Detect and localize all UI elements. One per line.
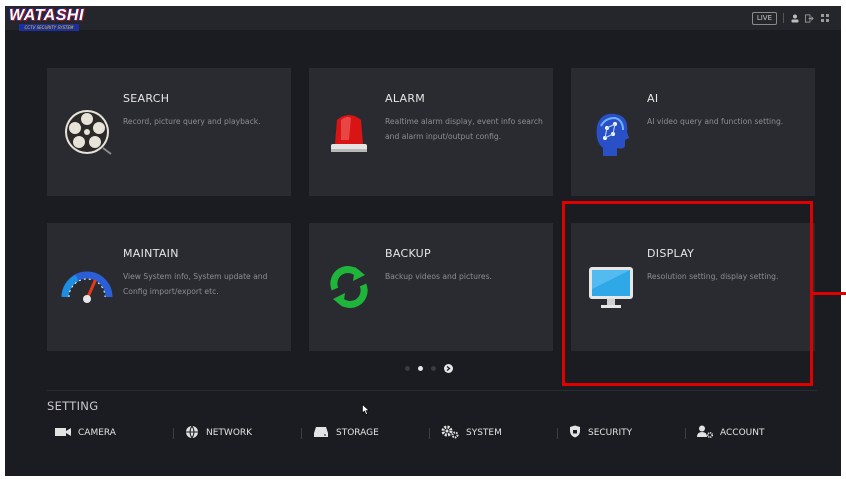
tile-title: AI — [647, 92, 659, 105]
page-dot[interactable] — [431, 366, 436, 371]
tile-description: AI video query and function setting. — [647, 117, 784, 126]
highlight-pointer-line — [813, 292, 846, 295]
top-right-controls: LIVE — [751, 11, 829, 25]
setting-network[interactable]: NETWORK — [185, 423, 252, 443]
tile-description: View System info, System update and Conf… — [123, 272, 268, 296]
tile-maintain[interactable]: MAINTAIN View System info, System update… — [47, 223, 291, 351]
section-divider — [47, 390, 817, 391]
tile-alarm[interactable]: ALARM Realtime alarm display, event info… — [309, 68, 553, 196]
tile-ai[interactable]: AI AI video query and function setting. — [571, 68, 815, 196]
shield-icon — [569, 425, 581, 441]
tile-title: SEARCH — [123, 92, 170, 105]
tile-title: MAINTAIN — [123, 247, 179, 260]
divider — [301, 428, 302, 439]
ai-head-icon — [583, 106, 639, 162]
gauge-icon — [59, 259, 115, 315]
setting-label: ACCOUNT — [720, 428, 765, 438]
setting-system[interactable]: SYSTEM — [441, 423, 502, 443]
divider — [429, 428, 430, 439]
setting-camera[interactable]: CAMERA — [55, 423, 116, 443]
setting-security[interactable]: SECURITY — [569, 423, 632, 443]
alarm-light-icon — [321, 106, 377, 162]
camera-icon — [55, 427, 71, 440]
gears-icon — [441, 425, 459, 442]
divider — [173, 428, 174, 439]
next-page-icon[interactable] — [444, 364, 453, 373]
setting-label: STORAGE — [336, 428, 379, 438]
setting-account[interactable]: ACCOUNT — [697, 423, 764, 443]
user-icon[interactable] — [790, 13, 799, 23]
tile-description: Realtime alarm display, event info searc… — [385, 117, 543, 141]
brand-logo: WATASHI CCTV SECURITY SYSTEM — [5, 6, 87, 32]
page-dot-active[interactable] — [418, 366, 423, 371]
top-bar: WATASHI CCTV SECURITY SYSTEM LIVE — [5, 6, 841, 32]
divider — [557, 428, 558, 439]
divider — [685, 428, 686, 439]
logout-icon[interactable] — [805, 13, 814, 23]
page-dot[interactable] — [405, 366, 410, 371]
tile-search[interactable]: SEARCH Record, picture query and playbac… — [47, 68, 291, 196]
tile-title: BACKUP — [385, 247, 431, 260]
refresh-arrows-icon — [321, 259, 377, 315]
storage-icon — [313, 426, 329, 441]
live-button[interactable]: LIVE — [751, 11, 777, 25]
display-highlight-box — [562, 201, 813, 386]
account-icon — [697, 425, 714, 441]
setting-storage[interactable]: STORAGE — [313, 423, 379, 443]
film-reel-icon — [59, 104, 115, 160]
tile-description: Backup videos and pictures. — [385, 272, 492, 281]
brand-name: WATASHI — [9, 7, 84, 24]
menu-grid-icon[interactable] — [820, 13, 829, 23]
setting-label: NETWORK — [206, 428, 253, 438]
setting-heading: SETTING — [47, 399, 99, 413]
tile-description: Record, picture query and playback. — [123, 117, 261, 126]
pagination — [405, 364, 453, 373]
setting-bar: CAMERA NETWORK STORAGE SYSTEM SECURITY A… — [47, 423, 817, 443]
brand-tagline: CCTV SECURITY SYSTEM — [19, 24, 79, 31]
tile-backup[interactable]: BACKUP Backup videos and pictures. — [309, 223, 553, 351]
network-globe-icon — [185, 425, 199, 442]
setting-label: SYSTEM — [466, 428, 502, 438]
mouse-cursor-icon — [362, 400, 370, 419]
tile-title: ALARM — [385, 92, 426, 105]
setting-label: CAMERA — [78, 428, 116, 438]
divider — [783, 13, 784, 23]
setting-label: SECURITY — [588, 428, 633, 438]
